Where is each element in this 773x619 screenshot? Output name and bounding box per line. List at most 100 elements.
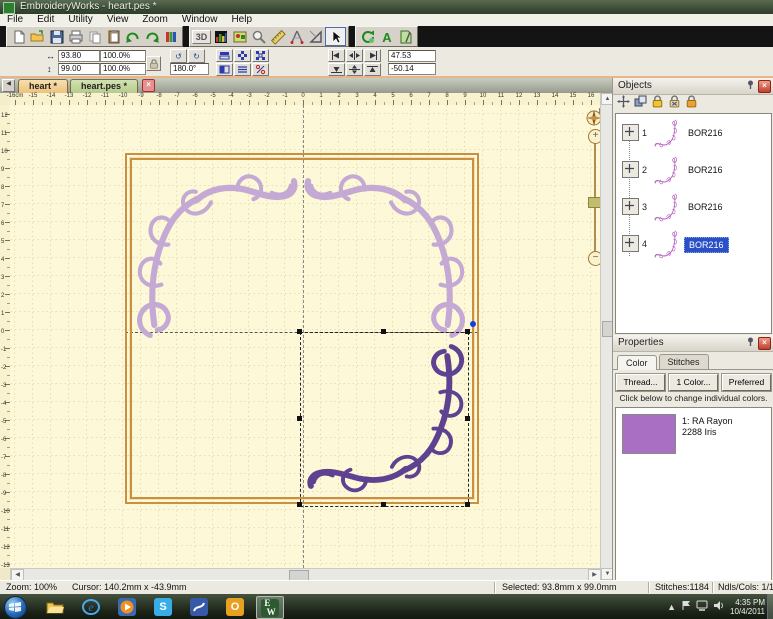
realistic-view-icon[interactable]: [230, 28, 249, 45]
object-move-icon[interactable]: [622, 124, 639, 141]
color-film-icon[interactable]: [161, 28, 180, 45]
tab-close-icon[interactable]: ×: [142, 79, 155, 92]
align-center-v-button[interactable]: [346, 63, 363, 76]
undo-icon[interactable]: [123, 28, 142, 45]
object-row-2[interactable]: 2 BOR216: [616, 153, 771, 189]
rotate-left-button[interactable]: ↺: [170, 49, 187, 63]
tray-network-icon[interactable]: [696, 600, 708, 613]
zoom-in-icon[interactable]: +: [588, 129, 600, 144]
tab-heart-pes[interactable]: heart.pes *: [70, 79, 138, 93]
tray-volume-icon[interactable]: [713, 600, 725, 613]
object-label-selected[interactable]: BOR216: [684, 237, 729, 253]
align-right-button[interactable]: [364, 49, 381, 62]
handle-mid-right[interactable]: [465, 416, 470, 421]
menu-view[interactable]: View: [100, 14, 136, 26]
x-position-field[interactable]: 47.53: [388, 50, 436, 62]
properties-close-icon[interactable]: ×: [758, 337, 771, 350]
kaleidoscope-button[interactable]: [252, 49, 269, 62]
refresh-stitch-icon[interactable]: [358, 28, 377, 45]
sequence-button[interactable]: [234, 63, 251, 76]
tab-scroll-left-button[interactable]: ◀: [2, 79, 15, 92]
preferred-button[interactable]: Preferred: [722, 374, 771, 391]
object-label[interactable]: BOR216: [684, 163, 727, 177]
object-move-icon[interactable]: [622, 161, 639, 178]
taskbar-photo-icon[interactable]: [186, 596, 212, 617]
selection-rectangle[interactable]: [300, 332, 469, 507]
flourish-top-left[interactable]: [130, 158, 302, 348]
show-desktop-button[interactable]: [767, 594, 773, 619]
align-center-h-button[interactable]: [346, 49, 363, 62]
width-pct-field[interactable]: 100.0%: [100, 50, 146, 62]
tab-heart[interactable]: heart *: [18, 79, 68, 93]
print-icon[interactable]: [66, 28, 85, 45]
copy-icon[interactable]: [85, 28, 104, 45]
menu-zoom[interactable]: Zoom: [135, 14, 175, 26]
align-top-button[interactable]: [364, 63, 381, 76]
object-row-4-selected[interactable]: 4 BOR216: [616, 227, 771, 263]
handle-mid-left[interactable]: [297, 416, 302, 421]
design-canvas[interactable]: N + −: [10, 105, 600, 568]
handle-bottom-center[interactable]: [381, 502, 386, 507]
select-all-icon[interactable]: [617, 95, 630, 113]
height-field[interactable]: 99.00: [58, 63, 100, 75]
objects-close-icon[interactable]: ×: [758, 80, 771, 93]
trim-button[interactable]: [252, 63, 269, 76]
lettering-icon[interactable]: A: [377, 28, 396, 45]
taskbar-explorer-icon[interactable]: [42, 596, 68, 617]
tray-clock[interactable]: 4:35 PM 10/4/2011: [730, 598, 765, 616]
layer-order-icon[interactable]: [634, 95, 647, 113]
open-icon[interactable]: [28, 28, 47, 45]
start-button[interactable]: [4, 596, 27, 619]
object-move-icon[interactable]: [622, 235, 639, 252]
thread-color-swatch[interactable]: [622, 414, 676, 454]
tsquare-tool-icon[interactable]: [306, 28, 325, 45]
lock-orange-icon[interactable]: [685, 95, 698, 113]
new-icon[interactable]: [9, 28, 28, 45]
menu-window[interactable]: Window: [175, 14, 225, 26]
redo-icon[interactable]: [142, 28, 161, 45]
tab-stitches[interactable]: Stitches: [659, 354, 709, 369]
aspect-lock-button[interactable]: [146, 56, 161, 71]
rotation-handle[interactable]: [470, 321, 476, 327]
taskbar-outlook-icon[interactable]: O: [222, 596, 248, 617]
lock-disabled-icon[interactable]: [668, 95, 681, 113]
menu-utility[interactable]: Utility: [61, 14, 99, 26]
object-row-3[interactable]: 3 BOR216: [616, 190, 771, 226]
design-notes-icon[interactable]: [396, 28, 415, 45]
carousel-button[interactable]: [234, 49, 251, 62]
taskbar-ie-icon[interactable]: e: [78, 596, 104, 617]
contrast-button[interactable]: [216, 63, 233, 76]
ruler-tool-icon[interactable]: [268, 28, 287, 45]
handle-top-center[interactable]: [381, 329, 386, 334]
density-chart-icon[interactable]: [211, 28, 230, 45]
object-row-1[interactable]: 1 BOR216: [616, 116, 771, 152]
taskbar-media-player-icon[interactable]: [114, 596, 140, 617]
y-position-field[interactable]: -50.14: [388, 63, 436, 75]
paste-icon[interactable]: [104, 28, 123, 45]
pin-icon[interactable]: [745, 337, 756, 348]
menu-file[interactable]: File: [0, 14, 30, 26]
select-arrow-button[interactable]: [325, 27, 346, 46]
object-label[interactable]: BOR216: [684, 200, 727, 214]
handle-top-right[interactable]: [465, 329, 470, 334]
flourish-top-right[interactable]: [300, 158, 472, 348]
handle-bottom-right[interactable]: [465, 502, 470, 507]
zoom-out-icon[interactable]: −: [588, 251, 600, 266]
tray-expand-icon[interactable]: ▲: [667, 602, 676, 612]
angle-field[interactable]: 180.0°: [170, 63, 209, 75]
measure-tool-icon[interactable]: [287, 28, 306, 45]
pin-icon[interactable]: [745, 80, 756, 91]
width-field[interactable]: 93.80: [58, 50, 100, 62]
height-pct-field[interactable]: 100.0%: [100, 63, 146, 75]
title-bar[interactable]: EmbroideryWorks - heart.pes *: [0, 0, 773, 14]
mirror-horizontal-button[interactable]: [216, 49, 233, 62]
lock-yellow-icon[interactable]: [651, 95, 664, 113]
view-3d-button[interactable]: 3D: [192, 28, 211, 45]
taskbar-skype-icon[interactable]: S: [150, 596, 176, 617]
rotate-right-button[interactable]: ↻: [188, 49, 205, 63]
object-move-icon[interactable]: [622, 198, 639, 215]
handle-bottom-left[interactable]: [297, 502, 302, 507]
align-left-button[interactable]: [328, 49, 345, 62]
save-icon[interactable]: [47, 28, 66, 45]
handle-top-left[interactable]: [297, 329, 302, 334]
